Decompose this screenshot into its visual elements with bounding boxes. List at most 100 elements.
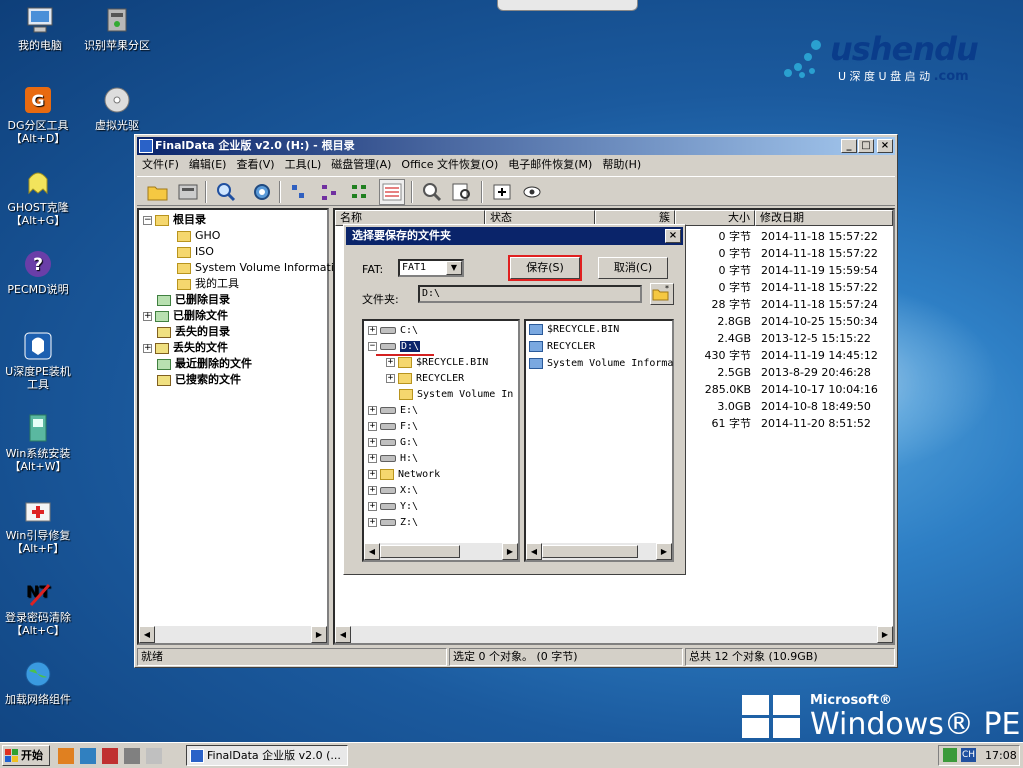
tree-item-gho[interactable]: GHO [177,228,220,244]
tree-item-deleted-dirs[interactable]: 已删除目录 [157,292,230,308]
detail-view-icon[interactable] [347,179,373,205]
scroll-left-icon[interactable]: ◀ [364,543,380,560]
language-indicator[interactable]: CH [961,748,977,762]
list-view-icon[interactable] [317,179,343,205]
menu-office[interactable]: Office 文件恢复(O) [396,156,503,174]
desktop-icon-pecmd[interactable]: ? PECMD说明 [0,248,78,296]
tray-app-icon[interactable] [943,748,957,762]
close-button[interactable]: × [877,139,893,153]
quicklaunch-folder-icon[interactable] [58,748,74,764]
folder-recycler[interactable]: + RECYCLER [386,371,464,387]
drive-icon[interactable] [175,179,201,205]
preview-icon[interactable] [519,179,545,205]
chevron-down-icon[interactable]: ▼ [446,261,462,275]
menu-view[interactable]: 查看(V) [231,156,279,174]
quicklaunch-eraser-icon[interactable] [146,748,162,764]
tree-item-lost-dirs[interactable]: 丢失的目录 [157,324,230,340]
drive-x[interactable]: + X:\ [368,483,418,499]
collapse-icon[interactable]: − [143,215,152,225]
list-item-recycle-bin[interactable]: $RECYCLE.BIN [529,322,619,338]
drive-f[interactable]: + F:\ [368,419,418,435]
tree-item-sysvol[interactable]: System Volume Information [177,260,348,276]
tree-hscrollbar[interactable]: ◀ ▶ [139,626,327,643]
desktop-icon-boot-repair[interactable]: Win引导修复 【Alt+F】 [0,494,78,555]
tree-item-mytools[interactable]: 我的工具 [177,276,239,292]
menu-edit[interactable]: 编辑(E) [184,156,232,174]
scroll-right-icon[interactable]: ▶ [502,543,518,560]
row-size: 0 字节 [718,281,752,294]
dialog-title[interactable]: 选择要保存的文件夹 [346,227,683,245]
menu-tools[interactable]: 工具(L) [280,156,327,174]
desktop-icon-virtual-drive[interactable]: 虚拟光驱 [77,84,157,132]
desktop-icon-pe-installer[interactable]: U深度PE装机 工具 [0,330,78,391]
desktop-icon-password-clear[interactable]: NT 登录密码清除 【Alt+C】 [0,576,78,637]
tree-item-lost-files[interactable]: + 丢失的文件 [143,340,228,356]
search-icon[interactable] [213,179,239,205]
find-file-icon[interactable] [449,179,475,205]
task-finaldata[interactable]: FinalData 企业版 v2.0 (... [186,745,348,766]
quicklaunch-desktop-icon[interactable] [80,748,96,764]
folder-sysvol[interactable]: System Volume In [399,387,513,403]
quicklaunch-printer-icon[interactable] [124,748,140,764]
list-item-recycler[interactable]: RECYCLER [529,339,595,355]
clock[interactable]: 17:08 [985,746,1017,765]
zoom-icon[interactable] [419,179,445,205]
list-hscrollbar[interactable]: ◀ ▶ [335,626,893,643]
col-size[interactable]: 大小 [675,210,755,226]
drive-z[interactable]: + Z:\ [368,515,418,531]
scroll-right-icon[interactable]: ▶ [311,626,327,643]
drive-tree-hscrollbar[interactable]: ◀ ▶ [364,543,518,560]
minimize-button[interactable]: _ [841,139,857,153]
gear-icon[interactable] [249,179,275,205]
expand-icon[interactable]: + [143,343,152,353]
drive-c[interactable]: + C:\ [368,323,418,339]
menu-email[interactable]: 电子邮件恢复(M) [503,156,597,174]
scroll-left-icon[interactable]: ◀ [335,626,351,643]
open-folder-icon[interactable] [145,179,171,205]
scroll-right-icon[interactable]: ▶ [877,626,893,643]
menu-disk[interactable]: 磁盘管理(A) [326,156,396,174]
tree-item-recent-deleted[interactable]: 最近删除的文件 [157,356,252,372]
new-folder-icon[interactable]: * [650,283,674,305]
tree-item-searched[interactable]: 已搜索的文件 [157,372,241,388]
scroll-left-icon[interactable]: ◀ [526,543,542,560]
tree-item-deleted-files[interactable]: + 已删除文件 [143,308,228,324]
drive-y[interactable]: + Y:\ [368,499,418,515]
tree-view-icon[interactable] [287,179,313,205]
folder-path-field[interactable]: D:\ [418,285,642,303]
tree-item-root[interactable]: − 根目录 [143,212,206,228]
scroll-left-icon[interactable]: ◀ [139,626,155,643]
tree-item-iso[interactable]: ISO [177,244,214,260]
add-icon[interactable] [489,179,515,205]
drive-d[interactable]: − D:\ [368,339,421,355]
save-button[interactable]: 保存(S) [508,255,582,281]
report-view-icon[interactable] [379,179,405,205]
desktop-icon-ghost[interactable]: GHOST克隆 【Alt+G】 [0,166,78,227]
desktop-icon-network[interactable]: 加载网络组件 [0,658,78,706]
cancel-button[interactable]: 取消(C) [598,257,668,279]
expand-icon[interactable]: + [143,311,152,321]
list-item-sysvol[interactable]: System Volume Informa [529,356,673,372]
drive-h[interactable]: + H:\ [368,451,418,467]
desktop-icon-win-install[interactable]: Win系统安装 【Alt+W】 [0,412,78,473]
maximize-button[interactable]: □ [858,139,874,153]
start-button[interactable]: 开始 [2,745,50,766]
scroll-thumb[interactable] [542,545,638,558]
desktop-icon-my-computer[interactable]: 我的电脑 [0,4,80,52]
network-node[interactable]: + Network [368,467,440,483]
desktop-icon-dg-partition[interactable]: G DG分区工具 【Alt+D】 [0,84,78,145]
menu-help[interactable]: 帮助(H) [597,156,646,174]
menu-file[interactable]: 文件(F) [137,156,184,174]
window-titlebar[interactable]: FinalData 企业版 v2.0 (H:) - 根目录 _ □ × [137,137,895,155]
scroll-thumb[interactable] [380,545,460,558]
drive-g[interactable]: + G:\ [368,435,418,451]
folder-recycle-bin[interactable]: + $RECYCLE.BIN [386,355,488,371]
quicklaunch-tool-icon[interactable] [102,748,118,764]
dialog-close-button[interactable]: × [665,229,681,243]
col-date[interactable]: 修改日期 [755,210,893,226]
drive-e[interactable]: + E:\ [368,403,418,419]
desktop-icon-apple-partition[interactable]: 识别苹果分区 [77,4,157,52]
fat-select[interactable]: FAT1 ▼ [398,259,464,277]
scroll-right-icon[interactable]: ▶ [656,543,672,560]
list-hscrollbar[interactable]: ◀ ▶ [526,543,672,560]
